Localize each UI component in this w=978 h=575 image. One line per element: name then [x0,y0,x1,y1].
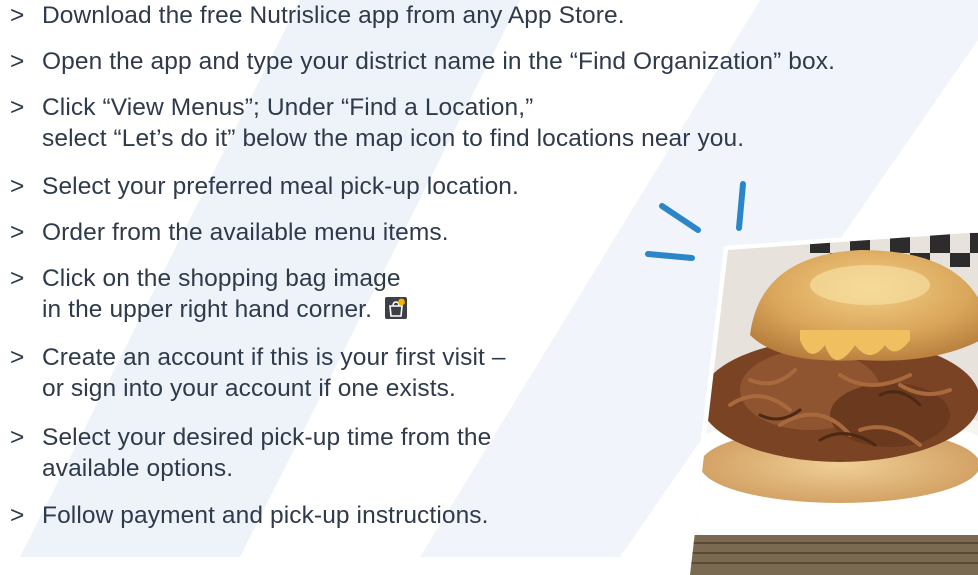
step-9: > Follow payment and pick-up instruction… [10,500,489,531]
step-4: > Select your preferred meal pick-up loc… [10,171,519,202]
step-6: > Click on the shopping bag image in the… [10,263,407,325]
step-text: Click “View Menus”; Under “Find a Locati… [42,94,745,152]
bullet: > [10,424,25,451]
step-text: Follow payment and pick-up instructions. [42,502,489,529]
bullet: > [10,344,25,371]
bullet: > [10,94,25,121]
step-text: Select your desired pick-up time from th… [42,424,492,482]
bullet: > [10,2,25,29]
step-text: Order from the available menu items. [42,219,449,246]
step-5: > Order from the available menu items. [10,217,449,248]
step-8: > Select your desired pick-up time from … [10,422,491,484]
bullet: > [10,502,25,529]
bullet: > [10,219,25,246]
step-text: Select your preferred meal pick-up locat… [42,173,519,200]
step-1: > Download the free Nutrislice app from … [10,0,625,31]
step-text: Click on the shopping bag image in the u… [42,263,407,325]
bullet: > [10,48,25,75]
step-text: Create an account if this is your first … [42,344,506,402]
step-text: Download the free Nutrislice app from an… [42,2,625,29]
step-7: > Create an account if this is your firs… [10,342,506,404]
accent-sparks-icon [645,181,746,261]
step-text: Open the app and type your district name… [42,48,835,75]
bullet: > [10,265,25,292]
step-3: > Click “View Menus”; Under “Find a Loca… [10,92,744,154]
step-2: > Open the app and type your district na… [10,46,835,77]
bullet: > [10,173,25,200]
shopping-bag-icon [384,297,407,319]
